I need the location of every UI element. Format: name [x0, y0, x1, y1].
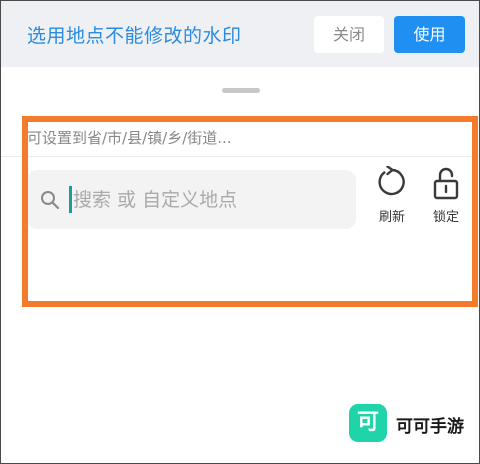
- sheet-drag-handle[interactable]: [222, 88, 260, 93]
- highlight-box: [22, 116, 478, 307]
- close-button[interactable]: 关闭: [314, 16, 384, 53]
- page-title: 选用地点不能修改的水印: [27, 25, 242, 47]
- watermark-text: 可可手游: [396, 417, 464, 437]
- top-bar: 选用地点不能修改的水印 关闭 使用: [1, 1, 479, 67]
- use-button[interactable]: 使用: [394, 16, 465, 53]
- watermark-logo: 可: [349, 404, 387, 442]
